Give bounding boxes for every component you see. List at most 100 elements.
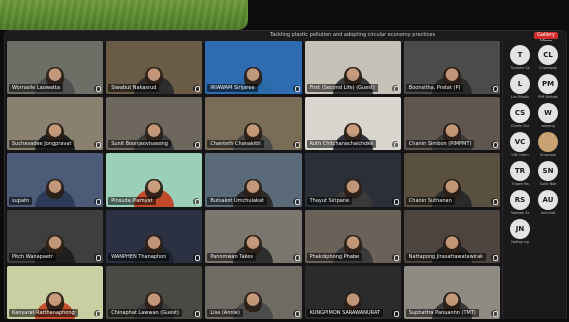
participant-avatar: L <box>510 74 530 94</box>
participant-video-tile[interactable]: Siwabut Nakasrud <box>106 41 203 95</box>
participant-name-label: KUNGPIMON SARAWANURAT <box>306 309 384 317</box>
participant-video-tile[interactable]: Kanyarat Ratthanaphong <box>7 265 104 319</box>
participant-name-label: First (Second Life) (Guest) <box>306 84 378 93</box>
microphone-icon <box>490 197 498 205</box>
participant-video-tile[interactable]: KUNGPIMON SARAWANURAT <box>304 265 401 319</box>
microphone-icon <box>391 85 399 93</box>
participant-list-name: woseng <box>541 124 555 128</box>
participant-video-tile[interactable]: Nattapong Jirasattawatawirak <box>403 209 500 263</box>
participant-video-tile[interactable]: Panomwan Takes <box>205 209 302 263</box>
participant-name-label: WANPHEN Thanaphon <box>108 252 170 261</box>
participants-list: T Tuvashe Sk CL Chonlapat L Lux Bhalik PM PIM M… <box>503 41 565 248</box>
participant-name-label: Pinsuda Plamyat <box>108 196 156 205</box>
participant-list-name: Tuvashe Sk <box>510 66 530 70</box>
participant-name-label: Chanin Suthanan <box>405 196 455 205</box>
microphone-icon <box>292 141 300 149</box>
participant-name-label: IRIAWAM Sirijaree <box>207 84 258 93</box>
participant-name-label: Butsakot Umchulakat <box>207 196 267 205</box>
participant-list-item[interactable]: VC VIN Charn <box>509 132 531 157</box>
microphone-icon <box>490 141 498 149</box>
participant-avatar: TR <box>510 161 530 181</box>
participant-avatar: SN <box>538 161 558 181</box>
microphone-icon <box>292 85 300 93</box>
participant-list-item[interactable]: TR Thawn Ra <box>509 161 531 186</box>
view-button[interactable]: Gallery View <box>534 32 558 45</box>
participant-video-tile[interactable]: Chinaphat Lawwan (Guest) <box>106 265 203 319</box>
participant-video-tile[interactable]: Lisa (Annie) <box>205 265 302 319</box>
participant-name-label: Lisa (Annie) <box>207 309 243 317</box>
participant-name-label: Sunit Boonjaovisasong <box>108 140 171 149</box>
microphone-icon <box>391 253 399 261</box>
meeting-title: Tackling plastic pollution and adopting … <box>270 32 436 38</box>
participant-name-label: Thayut Siripane <box>306 196 353 205</box>
participant-name-label: Chinaphat Lawwan (Guest) <box>108 309 182 317</box>
microphone-icon <box>94 253 102 261</box>
microphone-icon <box>490 85 498 93</box>
participant-list-item[interactable]: L Lux Bhalik <box>509 74 531 99</box>
participant-video-tile[interactable]: Ruth Chitchanachaichoke <box>304 97 401 151</box>
participant-list-name: Thawn Ra <box>511 182 529 186</box>
participant-list-item[interactable]: RS Rakkaw Sa <box>509 190 531 215</box>
participant-list-item[interactable]: PM PIM Mahrat <box>537 74 559 99</box>
microphone-icon <box>193 310 201 317</box>
participant-list-item[interactable]: CL Chonlapat <box>537 45 559 70</box>
background-grass <box>0 0 248 30</box>
participant-video-tile[interactable]: Chanin Simbon (PIMPMT) <box>403 97 500 151</box>
participant-list-name: Annuhat <box>540 211 556 215</box>
participant-video-tile[interactable]: Worrasile Laowatta <box>7 41 104 95</box>
participant-avatar: AU <box>538 190 558 210</box>
participant-video-tile[interactable]: supatn <box>7 153 104 207</box>
participant-video-tile[interactable]: Boonsitha, Pratat (P) <box>403 41 500 95</box>
participant-list-item[interactable]: Smorvpa <box>537 132 559 157</box>
participant-head <box>46 179 65 200</box>
window-bezel <box>248 0 569 30</box>
microphone-icon <box>490 310 498 317</box>
participant-list-item[interactable]: AU Annuhat <box>537 190 559 215</box>
participant-video-tile[interactable]: Suphattra Panuanhn (TMT) <box>403 265 500 319</box>
participant-video-tile[interactable]: First (Second Life) (Guest) <box>304 41 401 95</box>
participant-list-name: Nattap ng <box>511 240 529 244</box>
microphone-icon <box>94 141 102 149</box>
participant-list-item[interactable]: T Tuvashe Sk <box>509 45 531 70</box>
participant-list-name: Sunit Nak <box>539 182 557 186</box>
participant-name-label: Suchavadee Jongpravat <box>9 140 75 149</box>
microphone-icon <box>94 197 102 205</box>
participant-video-tile[interactable]: Pinsuda Plamyat <box>106 153 203 207</box>
participant-name-label: Chanin Simbon (PIMPMT) <box>405 140 475 149</box>
participant-name-label: Nattapong Jirasattawatawirak <box>405 252 487 261</box>
participant-list-item[interactable]: SN Sunit Nak <box>537 161 559 186</box>
participant-list-item[interactable]: CS Charin Sur <box>509 103 531 128</box>
participant-avatar: VC <box>510 132 530 152</box>
participant-name-label: Kanyarat Ratthanaphong <box>9 309 78 317</box>
participant-video-tile[interactable]: Pitch Wanapaetr <box>7 209 104 263</box>
participant-list-item[interactable]: Wwoseng <box>537 103 559 128</box>
participant-avatar: T <box>510 45 530 65</box>
participant-name-label: Siwabut Nakasrud <box>108 84 160 93</box>
participant-list-item[interactable]: JN Nattap ng <box>509 219 531 244</box>
participant-name-label: Worrasile Laowatta <box>9 84 63 93</box>
microphone-icon <box>193 253 201 261</box>
microphone-icon <box>94 85 102 93</box>
participant-video-tile[interactable]: Butsakot Umchulakat <box>205 153 302 207</box>
participant-video-tile[interactable]: WANPHEN Thanaphon <box>106 209 203 263</box>
participant-video-tile[interactable]: Chanteth Chanakitti <box>205 97 302 151</box>
participant-video-tile[interactable]: Chanin Suthanan <box>403 153 500 207</box>
participant-name-label: Ruth Chitchanachaichoke <box>306 140 377 149</box>
participant-video-tile[interactable]: Thayut Siripane <box>304 153 401 207</box>
participant-video-tile[interactable]: IRIAWAM Sirijaree <box>205 41 302 95</box>
participant-video-tile[interactable]: Sunit Boonjaovisasong <box>106 97 203 151</box>
participant-avatar: CS <box>510 103 530 123</box>
participant-video-tile[interactable]: Suchavadee Jongpravat <box>7 97 104 151</box>
participant-list-name: Lux Bhalik <box>510 95 530 99</box>
participant-name-label: Pitch Wanapaetr <box>9 252 57 261</box>
participant-head <box>244 291 263 312</box>
participant-avatar: PM <box>538 74 558 94</box>
participant-list-name: PIM Mahrat <box>538 95 558 99</box>
participant-list-name: Chonlapat <box>539 66 557 70</box>
microphone-icon <box>94 310 102 317</box>
participant-list-name: Smorvpa <box>540 153 556 157</box>
microphone-icon <box>193 85 201 93</box>
participant-name-label: Panomwan Takes <box>207 252 256 261</box>
participant-avatar: RS <box>510 190 530 210</box>
participant-video-tile[interactable]: Phakdiphong Phabe <box>304 209 401 263</box>
